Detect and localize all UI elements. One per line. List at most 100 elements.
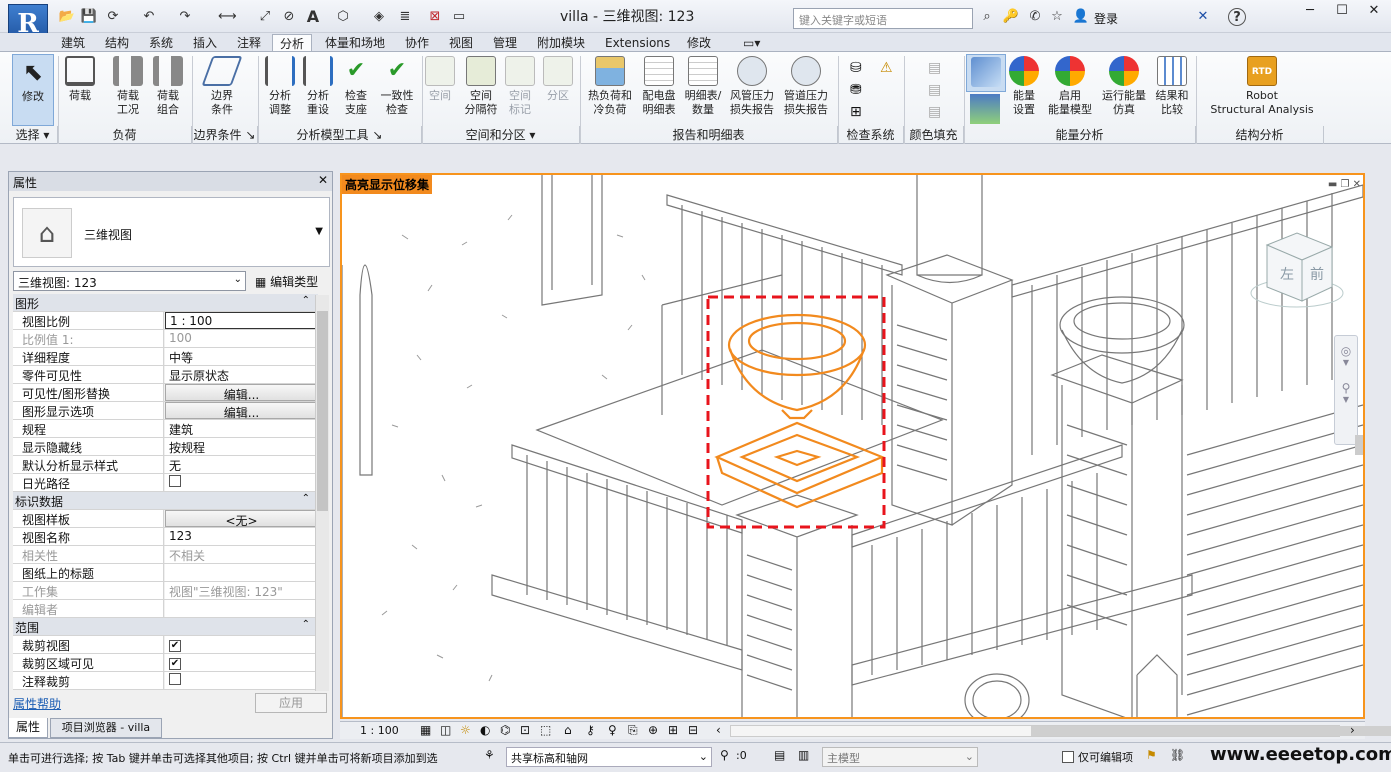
property-edit-button[interactable]: <无> xyxy=(165,510,318,528)
property-checkbox-cell[interactable]: ✔ xyxy=(165,654,318,671)
sun-path-icon[interactable]: ☼ xyxy=(460,723,471,737)
load-cases-button[interactable]: 荷载 工况 xyxy=(108,54,148,126)
crop-view-icon[interactable]: ⊡ xyxy=(520,723,530,737)
property-checkbox[interactable]: ✔ xyxy=(169,658,181,670)
3d-view-icon[interactable]: ⬡ xyxy=(334,8,352,26)
results-compare-button[interactable]: 结果和 比较 xyxy=(1152,54,1192,126)
property-group-header[interactable]: 范围 ⌃ xyxy=(13,618,318,636)
editable-only-checkbox[interactable] xyxy=(1062,751,1074,763)
tab-extensions[interactable]: Extensions xyxy=(598,34,677,52)
login-button[interactable]: 登录 xyxy=(1094,10,1118,27)
zoom-icon[interactable]: ⚲ xyxy=(1335,381,1357,395)
tab-addins[interactable]: 附加模块 xyxy=(530,34,592,52)
scroll-thumb[interactable] xyxy=(317,311,328,511)
pipe-pressure-loss-button[interactable]: 管道压力 损失报告 xyxy=(780,54,832,126)
temp-hide-icon[interactable]: ⚷ xyxy=(586,723,595,737)
property-checkbox-cell[interactable]: ✔ xyxy=(165,636,318,653)
energy-settings-button[interactable]: 能量 设置 xyxy=(1006,54,1042,126)
close-button[interactable]: ✕ xyxy=(1358,0,1390,22)
tab-collaborate[interactable]: 协作 xyxy=(398,34,436,52)
design-options-icon[interactable]: ▤ xyxy=(774,748,785,762)
property-value[interactable]: 中等 xyxy=(165,348,318,365)
close-icon[interactable]: ✕ xyxy=(318,173,328,187)
rendering-icon[interactable]: ⌬ xyxy=(500,723,510,737)
open-icon[interactable]: 📂 xyxy=(58,8,76,26)
save-icon[interactable]: 💾 xyxy=(80,8,98,26)
ribbon-minimize-toggle[interactable]: ▭▾ xyxy=(736,34,767,52)
section-icon[interactable]: ◈ xyxy=(370,8,388,26)
check-supports-button[interactable]: ✔ 检查 支座 xyxy=(338,54,374,126)
properties-scrollbar[interactable] xyxy=(315,295,329,691)
minimize-button[interactable]: ─ xyxy=(1294,0,1326,22)
maximize-button[interactable]: ☐ xyxy=(1326,0,1358,22)
chevron-down-icon[interactable]: ▼ xyxy=(1335,358,1357,367)
switch-windows-icon[interactable]: ▭ xyxy=(450,8,468,26)
main-model-dropdown[interactable]: 主模型 ⌄ xyxy=(822,747,978,767)
building-3d-drawing[interactable]: 左 前 xyxy=(342,175,1363,717)
property-group-header[interactable]: 标识数据 ⌃ xyxy=(13,492,318,510)
schedule-quantities-button[interactable]: 明细表/ 数量 xyxy=(682,54,724,126)
property-edit-button[interactable]: 编辑... xyxy=(165,402,318,420)
load-combinations-button[interactable]: 荷载 组合 xyxy=(148,54,188,126)
sync-icon[interactable]: ⟳ xyxy=(104,8,122,26)
tab-manage[interactable]: 管理 xyxy=(486,34,524,52)
duct-legend-icon[interactable]: ▤ xyxy=(928,82,941,98)
property-edit-button[interactable]: 编辑... xyxy=(165,384,318,402)
dimension-icon[interactable]: ⤢ xyxy=(256,8,274,26)
pipe-legend-icon[interactable]: ▤ xyxy=(928,104,941,120)
view-instance-dropdown[interactable]: 三维视图: 123 ⌄ xyxy=(13,271,246,291)
property-value-input[interactable]: 1 : 100 xyxy=(165,312,318,329)
tag-icon[interactable]: ⊘ xyxy=(280,8,298,26)
color-fill-legend-icon[interactable]: ▤ xyxy=(928,60,941,76)
workset-dropdown[interactable]: 共享标高和轴网 ⌄ xyxy=(506,747,712,767)
show-crop-icon[interactable]: ⬚ xyxy=(540,723,551,737)
panel-schedules-button[interactable]: 配电盘 明细表 xyxy=(638,54,680,126)
tab-modify[interactable]: 修改 xyxy=(680,34,718,52)
visual-style-icon[interactable]: ◫ xyxy=(440,723,451,737)
zone-button[interactable]: 分区 xyxy=(540,54,576,126)
analytical-reset-button[interactable]: 分析 重设 xyxy=(300,54,336,126)
chevron-down-icon[interactable]: ▼ xyxy=(315,226,323,237)
tab-view[interactable]: 视图 xyxy=(442,34,480,52)
lock-view-icon[interactable]: ⌂ xyxy=(564,723,572,737)
tab-properties[interactable]: 属性 xyxy=(8,718,48,738)
duct-pressure-loss-button[interactable]: 风管压力 损失报告 xyxy=(726,54,778,126)
type-selector[interactable]: ⌂ 三维视图 ▼ xyxy=(13,197,330,267)
text-icon[interactable]: A xyxy=(304,8,322,26)
heating-cooling-loads-button[interactable]: 热负荷和 冷负荷 xyxy=(584,54,636,126)
space-button[interactable]: 空间 xyxy=(422,54,458,126)
property-checkbox[interactable]: ✔ xyxy=(169,640,181,652)
chevron-right-icon[interactable]: › xyxy=(1350,723,1355,737)
subscription-icon[interactable]: 🔑 xyxy=(1002,8,1020,26)
property-value[interactable]: 123 xyxy=(165,528,318,545)
property-value[interactable]: 显示原状态 xyxy=(165,366,318,383)
property-value[interactable] xyxy=(165,564,318,581)
check-pipe-systems-icon[interactable]: ⛃ xyxy=(850,82,862,98)
tab-structure[interactable]: 结构 xyxy=(98,34,136,52)
scroll-thumb[interactable] xyxy=(1031,726,1391,736)
property-value[interactable]: 按规程 xyxy=(165,438,318,455)
tab-project-browser[interactable]: 项目浏览器 - villa xyxy=(50,718,162,738)
detail-level-icon[interactable]: ▦ xyxy=(420,723,431,737)
consistency-check-button[interactable]: ✔ 一致性 检查 xyxy=(376,54,418,126)
boundary-conditions-button[interactable]: 边界 条件 xyxy=(200,54,244,126)
reveal-hidden-icon[interactable]: ♀ xyxy=(608,723,617,737)
tab-architecture[interactable]: 建筑 xyxy=(54,34,92,52)
autodesk-x-icon[interactable]: ✕ xyxy=(1194,8,1212,26)
close-hidden-icon[interactable]: ⊠ xyxy=(426,8,444,26)
binoculars-icon[interactable]: ⌕ xyxy=(978,8,996,26)
check-circuits-icon[interactable]: ⊞ xyxy=(850,104,862,120)
steering-wheel-icon[interactable]: ◎ xyxy=(1335,344,1357,358)
property-checkbox[interactable] xyxy=(169,673,181,685)
communication-icon[interactable]: ✆ xyxy=(1026,8,1044,26)
property-checkbox-cell[interactable] xyxy=(165,474,318,491)
chevron-down-icon[interactable]: ▼ xyxy=(1335,395,1357,404)
loads-button[interactable]: 荷载 xyxy=(60,54,100,126)
run-energy-simulation-button[interactable]: 运行能量 仿真 xyxy=(1098,54,1150,126)
analytical-adjust-button[interactable]: 分析 调整 xyxy=(262,54,298,126)
check-duct-systems-icon[interactable]: ⛁ xyxy=(850,60,862,76)
collapse-icon[interactable]: ⌃ xyxy=(302,493,310,504)
energy-model-view-button[interactable] xyxy=(966,54,1006,92)
tab-analyze[interactable]: 分析 xyxy=(272,34,313,52)
modify-button[interactable]: ⬉ 修改 xyxy=(12,54,54,126)
